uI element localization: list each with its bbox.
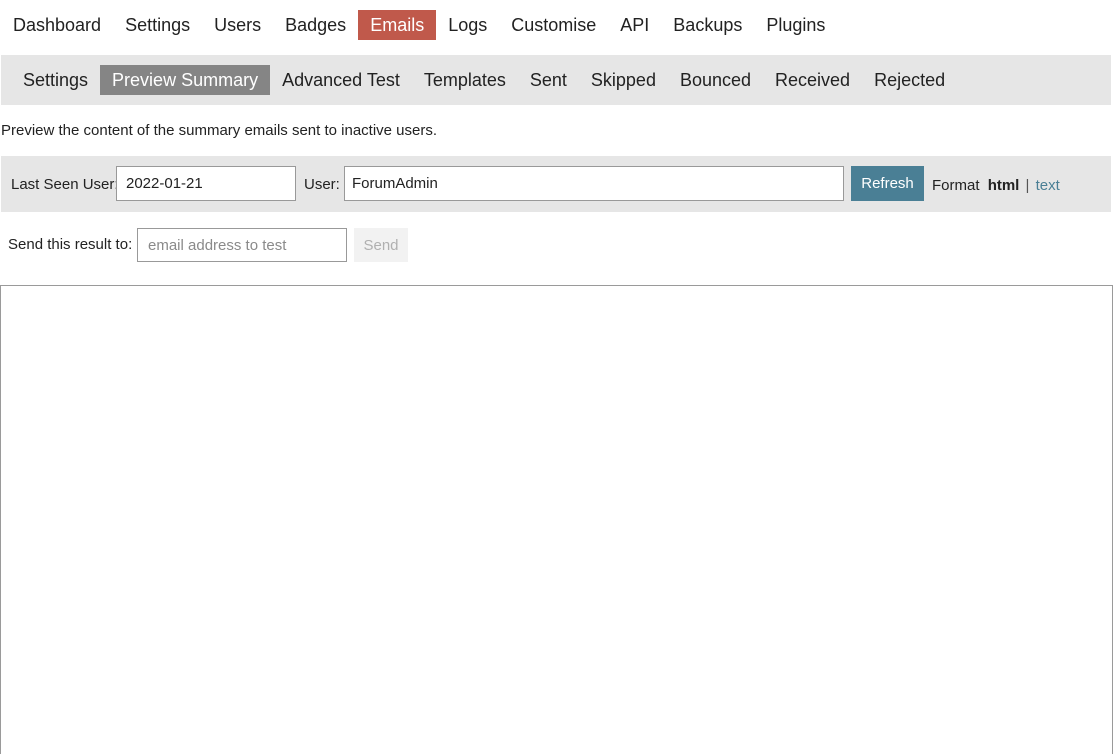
last-seen-user-input[interactable] — [116, 166, 296, 201]
sub-nav-sent[interactable]: Sent — [518, 65, 579, 95]
format-html-option: html — [987, 177, 1020, 194]
top-nav-backups[interactable]: Backups — [661, 10, 754, 40]
top-nav-badges[interactable]: Badges — [273, 10, 358, 40]
top-nav: Dashboard Settings Users Badges Emails L… — [0, 10, 837, 40]
format-text-link[interactable]: text — [1036, 177, 1060, 194]
sub-nav-skipped[interactable]: Skipped — [579, 65, 668, 95]
top-nav-emails[interactable]: Emails — [358, 10, 437, 40]
format-separator: | — [1025, 177, 1030, 194]
top-nav-logs[interactable]: Logs — [436, 10, 499, 40]
format-label: Format — [932, 177, 980, 194]
sub-nav-received[interactable]: Received — [763, 65, 862, 95]
sub-nav-rejected[interactable]: Rejected — [862, 65, 957, 95]
top-nav-settings[interactable]: Settings — [113, 10, 202, 40]
sub-nav-advanced-test[interactable]: Advanced Test — [270, 65, 412, 95]
sub-nav: Settings Preview Summary Advanced Test T… — [1, 55, 1111, 105]
last-seen-user-label: Last Seen User: — [11, 176, 119, 193]
sub-nav-settings[interactable]: Settings — [11, 65, 100, 95]
page-description: Preview the content of the summary email… — [1, 122, 438, 139]
user-label: User: — [304, 176, 340, 193]
sub-nav-preview-summary[interactable]: Preview Summary — [100, 65, 271, 95]
send-button[interactable]: Send — [354, 228, 408, 262]
sub-nav-bounced[interactable]: Bounced — [668, 65, 763, 95]
top-nav-api[interactable]: API — [608, 10, 661, 40]
user-input[interactable] — [344, 166, 844, 201]
test-email-input[interactable] — [137, 228, 347, 262]
email-preview-frame[interactable] — [0, 285, 1113, 754]
refresh-button[interactable]: Refresh — [851, 166, 924, 201]
top-nav-plugins[interactable]: Plugins — [754, 10, 837, 40]
emails-preview-summary-page: Dashboard Settings Users Badges Emails L… — [0, 0, 1116, 754]
send-result-label: Send this result to: — [8, 236, 133, 253]
top-nav-users[interactable]: Users — [202, 10, 273, 40]
format-selector: Format html | text — [932, 176, 1060, 196]
top-nav-customise[interactable]: Customise — [499, 10, 608, 40]
top-nav-dashboard[interactable]: Dashboard — [1, 10, 113, 40]
filter-bar: Last Seen User: User: Refresh Format htm… — [1, 156, 1111, 212]
sub-nav-templates[interactable]: Templates — [412, 65, 518, 95]
